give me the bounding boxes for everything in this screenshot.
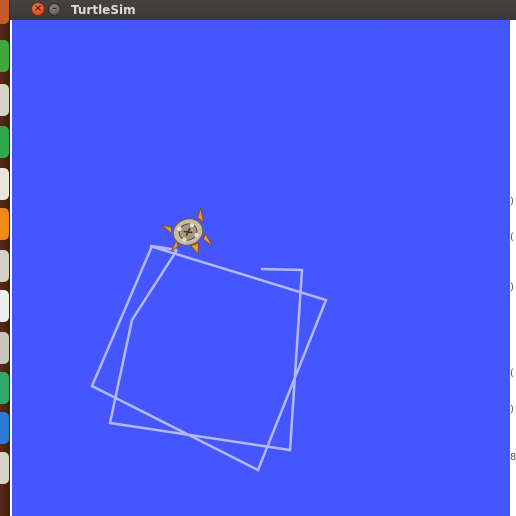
launcher-app-icon[interactable] bbox=[0, 290, 9, 322]
edge-text: 8 bbox=[510, 452, 516, 463]
minimize-icon: – bbox=[52, 3, 57, 14]
adjacent-window-edge: ) ( ) ( ) 8 bbox=[510, 20, 516, 516]
launcher-app-icon[interactable] bbox=[0, 168, 9, 200]
edge-text: ) bbox=[510, 282, 514, 293]
launcher-app-icon[interactable] bbox=[0, 412, 9, 444]
launcher-app-icon[interactable] bbox=[0, 250, 9, 282]
close-button[interactable]: × bbox=[31, 2, 45, 16]
edge-text: ( bbox=[510, 232, 514, 243]
turtle-canvas bbox=[12, 20, 510, 516]
edge-text: ) bbox=[510, 196, 514, 207]
window-title: TurtleSim bbox=[71, 3, 136, 17]
edge-text: ( bbox=[510, 368, 514, 379]
launcher-app-icon[interactable] bbox=[0, 40, 9, 72]
drawing-layer bbox=[90, 208, 328, 472]
edge-text: ) bbox=[510, 404, 514, 415]
launcher-app-icon[interactable] bbox=[0, 332, 9, 364]
launcher-app-icon[interactable] bbox=[0, 126, 9, 158]
turtle-trail-square-2 bbox=[108, 249, 304, 452]
window-titlebar[interactable]: × – TurtleSim bbox=[10, 0, 516, 20]
launcher-app-icon[interactable] bbox=[0, 84, 9, 116]
close-icon: × bbox=[33, 3, 43, 14]
launcher-app-icon[interactable] bbox=[0, 372, 9, 404]
turtle-icon bbox=[160, 208, 213, 255]
launcher-app-icon[interactable] bbox=[0, 452, 9, 484]
launcher-app-icon[interactable] bbox=[0, 0, 9, 24]
launcher-app-icon[interactable] bbox=[0, 208, 9, 240]
minimize-button[interactable]: – bbox=[48, 3, 61, 16]
launcher-bar bbox=[0, 0, 10, 516]
